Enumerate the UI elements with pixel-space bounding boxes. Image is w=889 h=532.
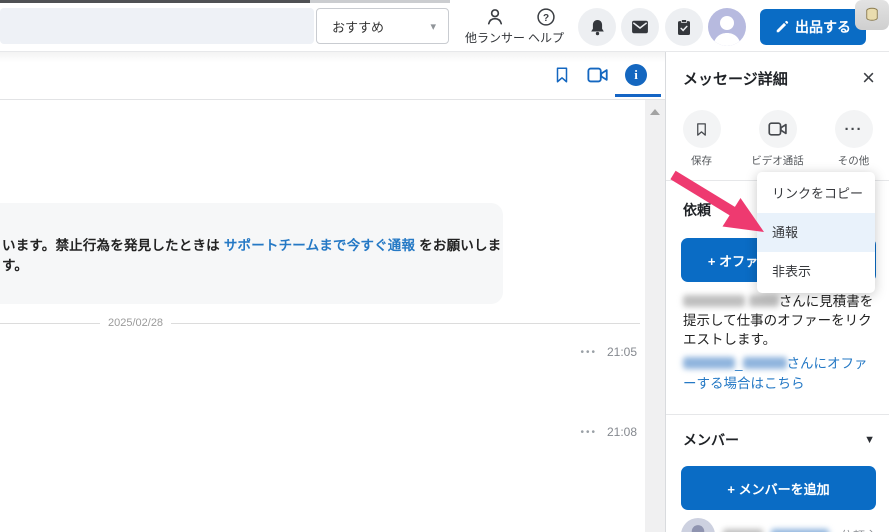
- pencil-icon: [776, 20, 789, 33]
- more-options-button-label: その他: [837, 155, 870, 167]
- chevron-down-icon: ▾: [430, 20, 436, 33]
- video-call-header-button[interactable]: [587, 66, 609, 84]
- offer-description-text: さんに見積書を提示して仕事のオファーをリクエストします。: [683, 292, 877, 349]
- browser-extension-widget[interactable]: [855, 0, 889, 30]
- video-camera-icon: [587, 67, 608, 83]
- nav-help-label: ヘルプ: [527, 31, 564, 45]
- bookmark-icon: [697, 122, 706, 136]
- tasks-button[interactable]: [665, 8, 703, 46]
- offer-here-link[interactable]: _ さんにオファーする場合はこちら: [683, 354, 877, 393]
- notice-text-prefix: います。禁止行為を発見したときは: [2, 237, 224, 253]
- member-role-label: 依頼主: [841, 527, 877, 532]
- sort-dropdown[interactable]: おすすめ ▾: [316, 8, 449, 44]
- info-icon: i: [625, 64, 647, 86]
- mail-icon: [632, 20, 648, 34]
- sort-dropdown-value: おすすめ: [332, 19, 385, 35]
- member-avatar-icon: [691, 525, 705, 532]
- publish-button[interactable]: 出品する: [760, 9, 866, 45]
- messages-button[interactable]: [621, 8, 659, 46]
- date-divider-label: 2025/02/28: [108, 317, 164, 329]
- prohibited-acts-notice: います。禁止行為を発見したときは サポートチームまで今すぐ通報 をお願いします。: [0, 203, 503, 304]
- search-input[interactable]: [0, 8, 314, 44]
- video-call-button[interactable]: ビデオ通話: [751, 110, 804, 168]
- bookmark-conversation-button[interactable]: [553, 65, 571, 85]
- panel-divider: [666, 414, 889, 415]
- message-row: ••• 21:05: [580, 345, 637, 359]
- redacted-username: [742, 357, 787, 369]
- request-section-heading: 依頼: [683, 202, 711, 218]
- message-details-toggle-button[interactable]: i: [625, 64, 647, 86]
- message-more-button[interactable]: •••: [580, 427, 597, 438]
- message-timestamp: 21:05: [606, 345, 637, 359]
- bookmark-icon: [556, 67, 568, 83]
- date-divider: 2025/02/28: [0, 315, 640, 331]
- more-options-context-menu: リンクをコピー 通報 非表示: [757, 172, 875, 293]
- redacted-username: [683, 295, 745, 307]
- panel-header: メッセージ詳細 ×: [666, 52, 889, 104]
- top-edge-strip: [0, 0, 310, 3]
- user-avatar[interactable]: [708, 8, 746, 46]
- menu-item-hide[interactable]: 非表示: [757, 252, 875, 291]
- save-button-label: 保存: [691, 155, 712, 167]
- more-options-button[interactable]: ··· その他: [830, 110, 878, 168]
- panel-title: メッセージ詳細: [683, 70, 788, 88]
- messaging-app: おすすめ ▾ 他ランサー ? ヘルプ 出品する i います。禁止行為を発見したと…: [0, 0, 889, 532]
- members-section-toggle[interactable]: メンバー ▼: [683, 430, 875, 450]
- menu-item-copy-link[interactable]: リンクをコピー: [757, 174, 875, 213]
- message-more-button[interactable]: •••: [580, 347, 597, 358]
- redacted-username: [683, 357, 735, 369]
- chevron-down-icon: ▼: [864, 434, 875, 446]
- close-icon[interactable]: ×: [862, 67, 875, 89]
- conversation-header: i: [0, 52, 665, 100]
- svg-text:?: ?: [543, 13, 549, 24]
- scroll-up-arrow-icon[interactable]: [650, 109, 660, 115]
- conversation-area: i います。禁止行為を発見したときは サポートチームまで今すぐ通報 をお願いしま…: [0, 52, 665, 532]
- help-icon: ?: [537, 8, 555, 26]
- username-separator: _: [735, 356, 743, 371]
- add-member-button[interactable]: + メンバーを追加: [681, 466, 876, 510]
- report-support-link[interactable]: サポートチームまで今すぐ通報: [224, 238, 415, 253]
- top-bar: おすすめ ▾ 他ランサー ? ヘルプ 出品する: [0, 0, 889, 52]
- panel-action-buttons: 保存 ビデオ通話 ··· その他: [666, 110, 889, 168]
- video-camera-icon: [767, 122, 787, 136]
- coin-stack-icon: [866, 7, 878, 21]
- more-icon: ···: [834, 110, 873, 148]
- avatar-silhouette-icon: [713, 16, 741, 46]
- member-list-item[interactable]: 依頼主: [681, 518, 877, 532]
- menu-item-report[interactable]: 通報: [757, 213, 875, 252]
- bell-icon: [590, 19, 604, 35]
- nav-help[interactable]: ? ヘルプ: [514, 7, 578, 46]
- clipboard-check-icon: [678, 18, 690, 35]
- top-edge-strip-light: [310, 0, 450, 3]
- redacted-username: [748, 295, 779, 307]
- save-button[interactable]: 保存: [678, 110, 726, 168]
- publish-button-label: 出品する: [795, 19, 851, 35]
- person-icon: [487, 9, 503, 25]
- notice-text: います。禁止行為を発見したときは サポートチームまで今すぐ通報 をお願いします。: [0, 234, 503, 274]
- scrollbar-track[interactable]: [645, 100, 665, 532]
- active-tab-underline: [615, 94, 661, 97]
- notifications-button[interactable]: [578, 8, 616, 46]
- message-row: ••• 21:08: [580, 425, 637, 439]
- members-heading: メンバー: [683, 432, 739, 448]
- message-timestamp: 21:08: [606, 425, 637, 439]
- video-call-button-label: ビデオ通話: [751, 155, 804, 167]
